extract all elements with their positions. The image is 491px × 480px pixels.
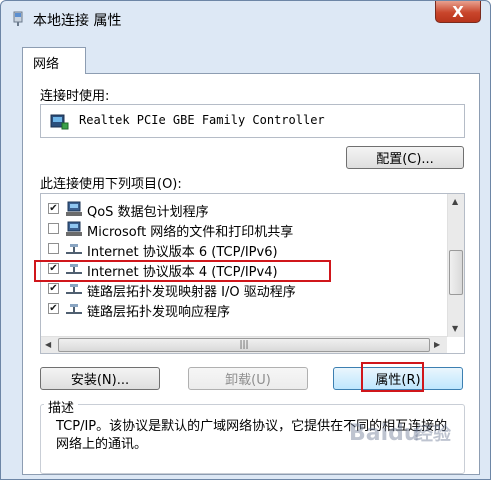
baidu-watermark: Baidu 经验 bbox=[345, 410, 485, 470]
protocol-icon bbox=[66, 304, 82, 314]
vertical-scrollbar[interactable]: ▲ ▼ bbox=[447, 194, 464, 337]
scroll-up-icon[interactable]: ▲ bbox=[452, 197, 458, 206]
description-title: 描述 bbox=[44, 397, 79, 416]
adapter-name: Realtek PCIe GBE Family Controller bbox=[79, 113, 325, 127]
vertical-scroll-thumb[interactable] bbox=[449, 250, 463, 295]
items-label: 此连接使用下列项目(O): bbox=[40, 177, 182, 192]
list-item-ipv6[interactable]: Internet 协议版本 6 (TCP/IPv6) bbox=[41, 239, 449, 260]
highlight-box-ipv4 bbox=[34, 260, 331, 282]
list-item-qos[interactable]: ✔ QoS 数据包计划程序 bbox=[41, 199, 449, 220]
list-item-file-sharing[interactable]: Microsoft 网络的文件和打印机共享 bbox=[41, 219, 449, 240]
close-button[interactable]: X bbox=[435, 1, 481, 23]
item-label: Microsoft 网络的文件和打印机共享 bbox=[87, 225, 294, 240]
item-label: Internet 协议版本 6 (TCP/IPv6) bbox=[87, 245, 278, 260]
title-bar: 本地连接 属性 X bbox=[1, 1, 490, 37]
tab-label: 网络 bbox=[33, 57, 60, 72]
highlight-box-properties bbox=[361, 362, 424, 392]
protocol-icon bbox=[66, 244, 82, 254]
protocol-icon bbox=[66, 284, 82, 294]
uninstall-button[interactable]: 卸载(U) bbox=[188, 367, 308, 390]
network-connection-icon bbox=[13, 11, 23, 26]
svg-text:Baidu: Baidu bbox=[349, 421, 420, 446]
item-label: 链路层拓扑发现映射器 I/O 驱动程序 bbox=[87, 285, 296, 300]
tab-network[interactable]: 网络 bbox=[22, 47, 86, 74]
list-item-lltd-responder[interactable]: ✔ 链路层拓扑发现响应程序 bbox=[41, 299, 449, 320]
scroll-down-icon[interactable]: ▼ bbox=[452, 324, 458, 333]
svg-text:经验: 经验 bbox=[415, 423, 452, 445]
horizontal-scroll-thumb[interactable]: ||| bbox=[58, 338, 430, 352]
service-icon bbox=[66, 201, 82, 216]
scroll-right-icon[interactable]: ▶ bbox=[434, 340, 440, 349]
baidu-logo-icon: Baidu 经验 bbox=[349, 421, 452, 446]
configure-button[interactable]: 配置(C)... bbox=[346, 146, 464, 169]
item-checkbox[interactable] bbox=[48, 223, 59, 234]
install-button[interactable]: 安装(N)... bbox=[40, 367, 160, 390]
item-checkbox[interactable]: ✔ bbox=[48, 303, 59, 314]
scroll-left-icon[interactable]: ◀ bbox=[45, 340, 51, 349]
adapter-field: Realtek PCIe GBE Family Controller bbox=[40, 104, 465, 138]
network-adapter-icon bbox=[50, 114, 69, 130]
window-title: 本地连接 属性 bbox=[33, 13, 122, 29]
item-checkbox[interactable]: ✔ bbox=[48, 283, 59, 294]
service-icon bbox=[66, 221, 82, 236]
item-checkbox[interactable] bbox=[48, 243, 59, 254]
list-item-lltd-mapper[interactable]: ✔ 链路层拓扑发现映射器 I/O 驱动程序 bbox=[41, 279, 449, 300]
connect-using-label: 连接时使用: bbox=[40, 89, 110, 104]
item-checkbox[interactable]: ✔ bbox=[48, 203, 59, 214]
horizontal-scrollbar[interactable]: ◀ ||| ▶ bbox=[41, 336, 447, 353]
item-label: 链路层拓扑发现响应程序 bbox=[87, 305, 231, 320]
close-icon: X bbox=[452, 2, 464, 21]
item-label: QoS 数据包计划程序 bbox=[87, 205, 209, 220]
